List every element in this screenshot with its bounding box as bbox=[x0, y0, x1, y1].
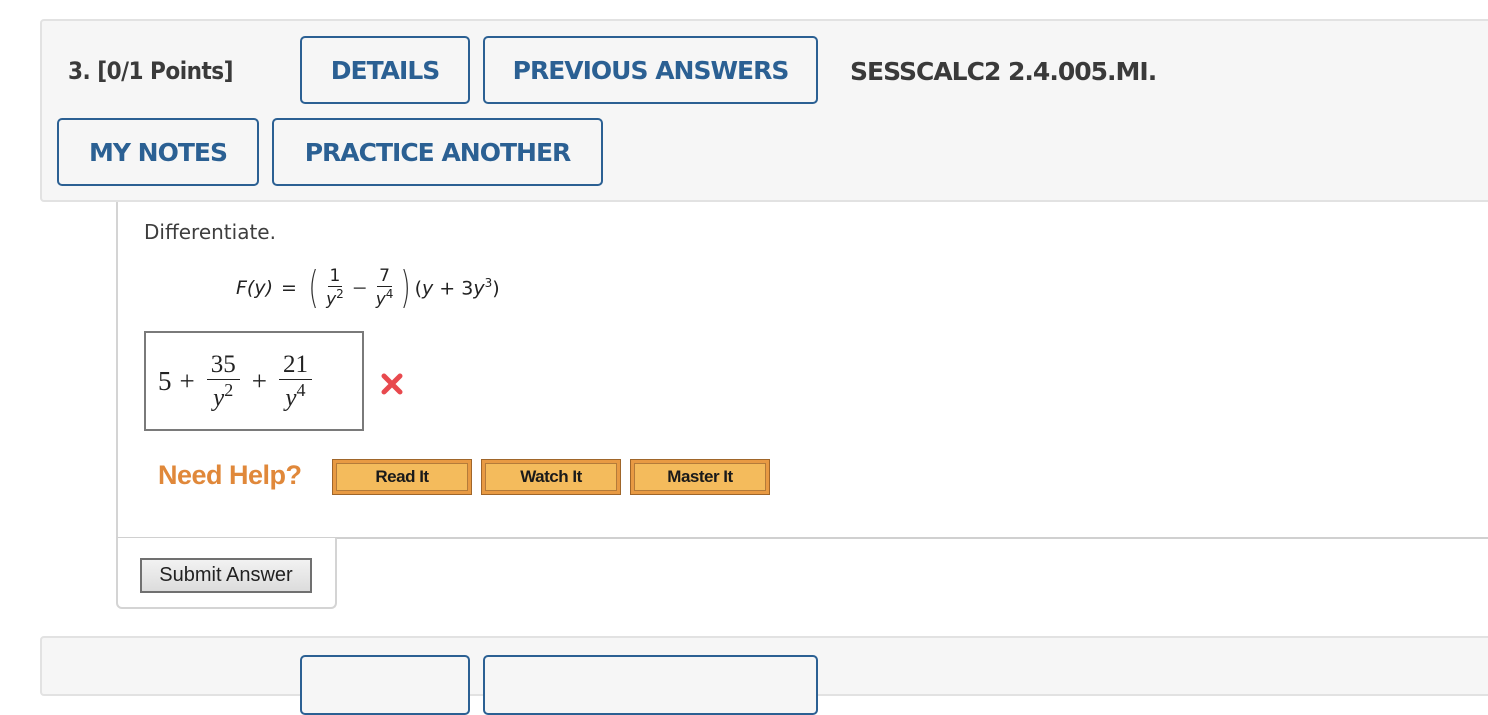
formula-tail: (y + 3y3) bbox=[415, 276, 500, 299]
answer-term: 5 bbox=[158, 365, 172, 396]
my-notes-button[interactable]: MY NOTES bbox=[57, 118, 259, 186]
fraction-numerator: 21 bbox=[278, 352, 312, 380]
den-exponent: 2 bbox=[336, 286, 344, 301]
next-question-header bbox=[40, 636, 1488, 715]
question-formula: F(y) = ( 1 y2 − 7 y4 ) (y + 3y3) bbox=[236, 256, 500, 320]
den-base: y bbox=[285, 384, 297, 412]
fraction-numerator: 7 bbox=[377, 265, 392, 287]
fraction-denominator: y4 bbox=[285, 380, 305, 410]
formula-lhs: F(y) bbox=[236, 277, 273, 299]
watch-it-button[interactable]: Watch It bbox=[481, 459, 621, 495]
read-it-label: Read It bbox=[336, 463, 468, 491]
fraction-numerator: 1 bbox=[327, 265, 343, 287]
previous-answers-button[interactable]: PREVIOUS ANSWERS bbox=[483, 36, 818, 104]
watch-it-label: Watch It bbox=[485, 463, 617, 491]
question-prompt: Differentiate. bbox=[144, 220, 276, 244]
practice-another-button[interactable]: PRACTICE ANOTHER bbox=[272, 118, 603, 186]
incorrect-x-icon bbox=[381, 373, 403, 395]
read-it-button[interactable]: Read It bbox=[332, 459, 472, 495]
master-it-button[interactable]: Master It bbox=[630, 459, 770, 495]
den-exponent: 2 bbox=[224, 379, 234, 400]
den-base: y bbox=[375, 289, 386, 310]
den-exponent: 4 bbox=[385, 286, 394, 301]
formula-minus: − bbox=[351, 277, 368, 299]
master-it-label: Master It bbox=[634, 463, 766, 491]
tail-plus: + 3 bbox=[433, 277, 474, 300]
answer-fraction-2: 21 y4 bbox=[278, 352, 312, 410]
answer-fraction-1: 35 y2 bbox=[206, 352, 240, 410]
details-button[interactable]: DETAILS bbox=[300, 36, 470, 104]
fraction-denominator: y2 bbox=[326, 287, 344, 309]
fraction-denominator: y4 bbox=[376, 287, 394, 309]
tail-close: ) bbox=[492, 277, 500, 300]
formula-fraction-1: 1 y2 bbox=[326, 265, 344, 309]
left-paren: ( bbox=[308, 262, 319, 313]
answer-plus: + bbox=[179, 365, 195, 396]
den-base: y bbox=[326, 289, 337, 310]
right-paren: ) bbox=[400, 262, 412, 313]
answer-input[interactable]: 5 + 35 y2 + 21 y4 bbox=[144, 331, 364, 431]
question-header: 3. [0/1 Points] DETAILS PREVIOUS ANSWERS… bbox=[40, 19, 1488, 202]
fraction-denominator: y2 bbox=[213, 380, 233, 410]
submit-answer-button[interactable]: Submit Answer bbox=[140, 558, 312, 593]
fraction-numerator: 35 bbox=[206, 352, 240, 380]
next-details-button[interactable] bbox=[300, 655, 470, 715]
tail-var-2: y bbox=[473, 277, 485, 300]
formula-equals: = bbox=[281, 277, 297, 299]
den-exponent: 4 bbox=[296, 379, 306, 400]
submit-area: Submit Answer bbox=[116, 538, 337, 609]
question-code: SESSCALC2 2.4.005.MI. bbox=[850, 57, 1157, 86]
next-previous-answers-button[interactable] bbox=[483, 655, 818, 715]
answer-plus: + bbox=[251, 365, 267, 396]
formula-fraction-2: 7 y4 bbox=[376, 265, 394, 309]
need-help-label: Need Help? bbox=[158, 460, 302, 490]
question-number-points: 3. [0/1 Points] bbox=[68, 57, 234, 85]
question-body: Differentiate. F(y) = ( 1 y2 − 7 y4 ) (y… bbox=[116, 202, 1488, 539]
tail-var: y bbox=[422, 277, 434, 300]
den-base: y bbox=[213, 384, 225, 412]
tail-open: ( bbox=[414, 277, 423, 300]
